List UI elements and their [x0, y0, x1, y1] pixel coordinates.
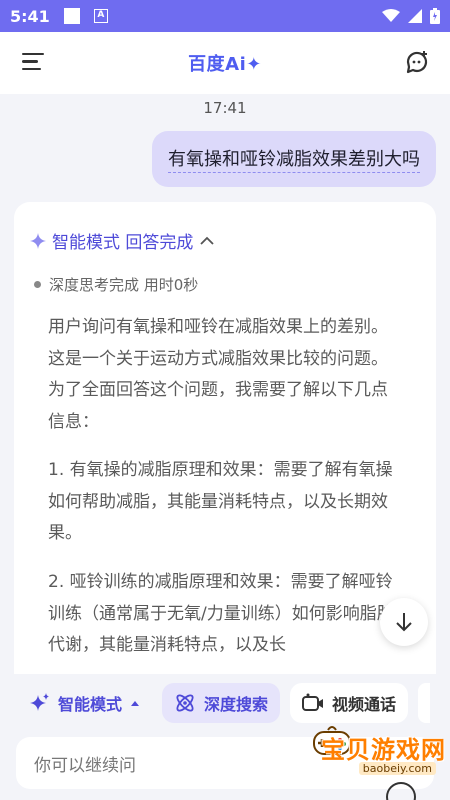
notification-icon [63, 8, 80, 24]
input-placeholder: 你可以继续问 [34, 755, 136, 776]
wifi-icon [382, 9, 400, 22]
answer-paragraph: 1. 有氧操的减脂原理和效果：需要了解有氧操如何帮助减脂，其能量消耗特点，以及长… [48, 460, 393, 543]
mode-selector-label: 智能模式 [58, 695, 123, 714]
chevron-up-icon [200, 236, 215, 245]
app-notification-icon: A [93, 9, 108, 23]
app-header: 百度Ai✦ [0, 32, 450, 94]
app-title: 百度Ai✦ [188, 54, 262, 75]
sparkle-icon [30, 232, 46, 249]
status-indicators [382, 8, 440, 24]
menu-icon[interactable] [22, 53, 44, 71]
scroll-down-button[interactable] [380, 598, 428, 646]
user-message-bubble[interactable]: 有氧操和哑铃减脂效果差别大吗 [152, 131, 436, 187]
video-call-label: 视频通话 [332, 695, 397, 714]
answer-mode-label: 智能模式 回答完成 [52, 233, 194, 253]
thinking-status-text: 深度思考完成 用时0秒 [49, 276, 199, 294]
deep-search-button[interactable]: 深度搜索 [162, 683, 281, 723]
video-camera-icon [302, 693, 324, 711]
answer-mode-toggle[interactable]: 智能模式 回答完成 [30, 228, 215, 253]
status-dot [34, 281, 41, 288]
battery-icon [430, 8, 440, 24]
signal-icon [408, 9, 422, 23]
answer-paragraph: 用户询问有氧操和哑铃在减脂效果上的差别。这是一个关于运动方式减脂效果比较的问题。… [48, 317, 388, 432]
watermark-title: 宝贝游戏网 [321, 736, 446, 764]
status-bar: 5:41 A [0, 0, 450, 32]
new-chat-icon[interactable] [404, 50, 430, 76]
user-message-text: 有氧操和哑铃减脂效果差别大吗 [168, 145, 420, 173]
atom-icon [176, 694, 194, 712]
thinking-status: 深度思考完成 用时0秒 [34, 274, 198, 295]
mode-selector-button[interactable]: 智能模式 [14, 683, 152, 723]
site-watermark: 宝贝游戏网 baobeiy.com [304, 722, 450, 800]
sparkles-icon [30, 693, 49, 711]
watermark-url: baobeiy.com [358, 762, 436, 775]
message-timestamp: 17:41 [203, 99, 247, 117]
answer-paragraph: 2. 哑铃训练的减脂原理和效果：需要了解哑铃训练（通常属于无氧/力量训练）如何影… [48, 572, 394, 655]
video-call-button[interactable]: 视频通话 [290, 683, 409, 723]
chat-area[interactable]: 17:41 有氧操和哑铃减脂效果差别大吗 智能模式 回答完成 深度思考完成 用时… [0, 94, 450, 674]
more-tools-button[interactable] [418, 683, 431, 723]
status-time: 5:41 [10, 6, 50, 26]
deep-search-label: 深度搜索 [204, 695, 269, 714]
caret-up-icon [131, 701, 140, 706]
answer-card: 智能模式 回答完成 深度思考完成 用时0秒 用户询问有氧操和哑铃在减脂效果上的差… [14, 202, 436, 674]
arrow-down-icon [396, 613, 412, 632]
